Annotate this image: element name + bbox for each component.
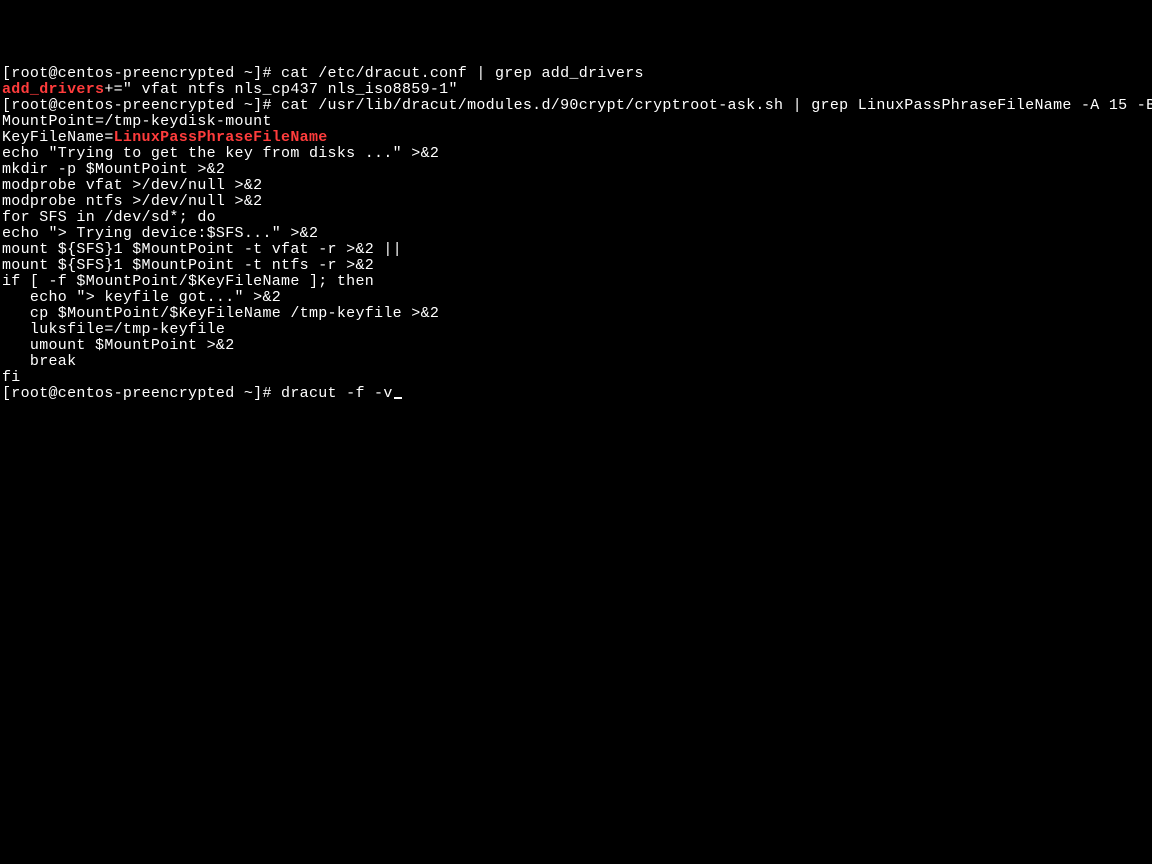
out-modprobe-ntfs: modprobe ntfs >/dev/null >&2	[2, 193, 262, 210]
out-mount-ntfs: mount ${SFS}1 $MountPoint -t ntfs -r >&2	[2, 257, 374, 274]
out-mount-vfat: mount ${SFS}1 $MountPoint -t vfat -r >&2…	[2, 241, 402, 258]
out-echo-trying: echo "Trying to get the key from disks .…	[2, 145, 439, 162]
grep-match-keyfilename: LinuxPassPhraseFileName	[114, 129, 328, 146]
out-keyfilename-a: KeyFileName=	[2, 129, 114, 146]
out-break: break	[2, 353, 76, 370]
out-add-drivers-rest: +=" vfat ntfs nls_cp437 nls_iso8859-1"	[104, 81, 457, 98]
out-mkdir: mkdir -p $MountPoint >&2	[2, 161, 225, 178]
out-cp: cp $MountPoint/$KeyFileName /tmp-keyfile…	[2, 305, 439, 322]
out-echo-keyfile: echo "> keyfile got..." >&2	[2, 289, 281, 306]
grep-match-add-drivers: add_drivers	[2, 81, 104, 98]
out-modprobe-vfat: modprobe vfat >/dev/null >&2	[2, 177, 262, 194]
cmd-3-current[interactable]: dracut -f -v	[281, 385, 393, 402]
out-fi: fi	[2, 369, 21, 386]
out-for: for SFS in /dev/sd*; do	[2, 209, 216, 226]
out-mountpoint: MountPoint=/tmp-keydisk-mount	[2, 113, 272, 130]
out-umount: umount $MountPoint >&2	[2, 337, 235, 354]
prompt-1: [root@centos-preencrypted ~]#	[2, 65, 281, 82]
cursor-icon	[394, 397, 402, 399]
cmd-2: cat /usr/lib/dracut/modules.d/90crypt/cr…	[281, 97, 1152, 114]
cmd-1: cat /etc/dracut.conf | grep add_drivers	[281, 65, 644, 82]
terminal-screen[interactable]: [root@centos-preencrypted ~]# cat /etc/d…	[2, 66, 1150, 402]
out-echo-device: echo "> Trying device:$SFS..." >&2	[2, 225, 318, 242]
prompt-3: [root@centos-preencrypted ~]#	[2, 385, 281, 402]
out-luksfile: luksfile=/tmp-keyfile	[2, 321, 225, 338]
prompt-2: [root@centos-preencrypted ~]#	[2, 97, 281, 114]
out-if: if [ -f $MountPoint/$KeyFileName ]; then	[2, 273, 374, 290]
